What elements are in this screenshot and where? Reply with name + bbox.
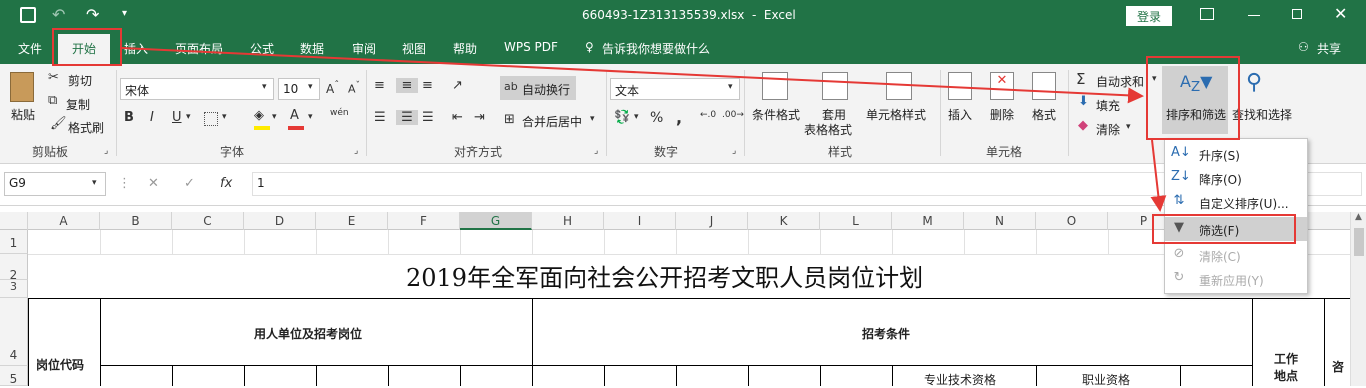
arrow-to-sort-filter [121,47,1144,104]
arrow-to-filter-item [1150,139,1167,212]
annotation-arrows [121,47,1167,212]
